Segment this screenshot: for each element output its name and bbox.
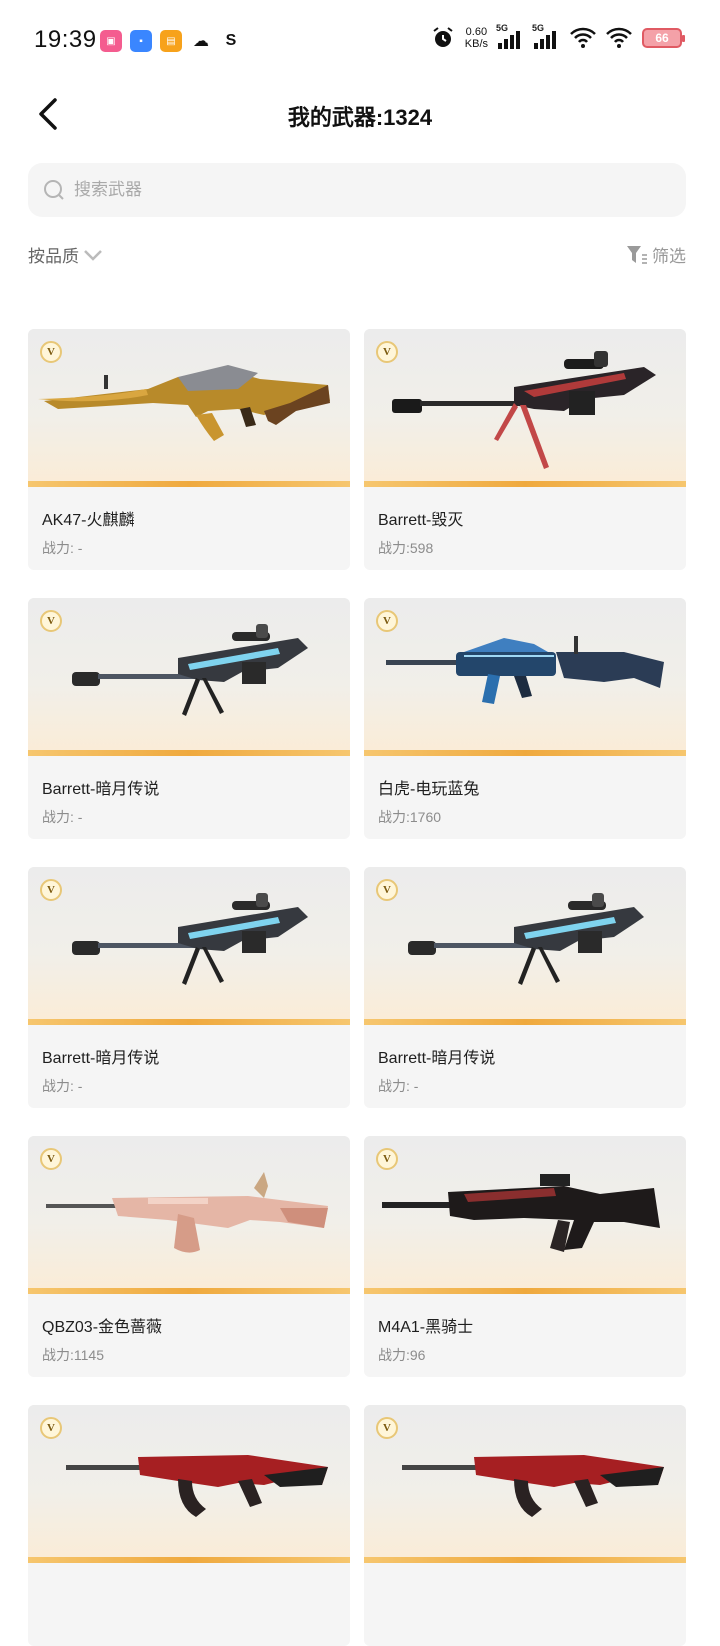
weapon-card[interactable]: V AK47-火麒麟 战力: - (28, 329, 350, 570)
bilibili-app-icon: ▣ (100, 30, 122, 52)
weapon-card[interactable]: V (364, 1405, 686, 1646)
weapon-name: M4A1-黑骑士 (378, 1319, 474, 1336)
vip-badge-icon: V (376, 879, 398, 901)
reader-app-icon: ▤ (160, 30, 182, 52)
weapon-card[interactable]: V 白虎-电玩蓝兔 战力:1760 (364, 598, 686, 839)
search-icon (44, 180, 64, 200)
weapon-gun-icon (382, 1174, 660, 1252)
s-app-icon: S (220, 30, 242, 52)
weapon-card[interactable]: V Barrett-暗月传说 战力: - (28, 598, 350, 839)
battery-icon: 66 (642, 28, 685, 48)
sort-label: 按品质 (28, 247, 79, 266)
weapon-image: V (28, 867, 350, 1025)
weapon-name: Barrett-暗月传说 (42, 781, 160, 798)
vip-badge-icon: V (376, 1148, 398, 1170)
vip-badge-icon: V (40, 1148, 62, 1170)
sim1-label: 5G (496, 23, 509, 33)
weapon-card[interactable]: V Barrett-毁灭 战力:598 (364, 329, 686, 570)
weapon-power: 战力: - (42, 1078, 83, 1094)
weapon-gun-icon (72, 893, 308, 985)
weapon-power: 战力: - (42, 540, 83, 556)
weapon-gun-icon (392, 351, 656, 469)
weapon-image: V (28, 598, 350, 756)
weapon-image: V (28, 329, 350, 487)
wechat-app-icon: ☁ (190, 30, 212, 52)
vip-badge-icon: V (40, 879, 62, 901)
net-speed-unit: KB/s (464, 38, 488, 50)
page-header: 我的武器:1324 (0, 80, 720, 150)
filter-label: 筛选 (652, 247, 686, 266)
weapon-image: V (364, 1405, 686, 1563)
sort-by-quality-dropdown[interactable]: 按品质 (28, 242, 103, 267)
signal-icon-2: 5G (532, 23, 560, 49)
weapon-power: 战力:1145 (42, 1347, 104, 1363)
weapon-image: V (364, 329, 686, 487)
signal-icon: 5G (496, 23, 524, 49)
search-input[interactable] (72, 179, 636, 201)
wifi-icon (606, 27, 632, 48)
net-speed: 0.60 KB/s (465, 26, 488, 50)
weapon-gun-icon (46, 1172, 328, 1253)
filter-icon (627, 245, 647, 264)
sort-filter-row: 按品质 筛选 (28, 242, 686, 272)
filter-button[interactable]: 筛选 (626, 242, 686, 267)
sim2-label: 5G (532, 23, 545, 33)
weapon-power: 战力: - (378, 1078, 419, 1094)
weapon-card[interactable]: V (28, 1405, 350, 1646)
wifi-hotspot-icon (570, 27, 596, 48)
weapon-name: 白虎-电玩蓝兔 (378, 781, 480, 798)
weapon-image: V (364, 598, 686, 756)
weapon-power: 战力:1760 (378, 809, 442, 825)
alarm-icon (433, 27, 453, 47)
weapon-power: 战力:96 (378, 1347, 426, 1363)
weapon-name: Barrett-暗月传说 (378, 1050, 496, 1067)
weapon-image: V (28, 1405, 350, 1563)
weapon-grid: V AK47-火麒麟 战力: - V Barrett-毁灭 战力:598 V Barret… (28, 329, 686, 1646)
weapon-card[interactable]: V Barrett-暗月传说 战力: - (28, 867, 350, 1108)
net-speed-value: 0.60 (465, 26, 488, 38)
search-bar[interactable] (28, 163, 686, 217)
chevron-down-icon (84, 249, 102, 261)
status-time: 19:39 (34, 26, 97, 53)
weapon-image: V (364, 1136, 686, 1294)
weapon-card[interactable]: V Barrett-暗月传说 战力: - (364, 867, 686, 1108)
notification-icons: ▣ ▪ ▤ ☁ S (100, 30, 242, 52)
vip-badge-icon: V (40, 610, 62, 632)
weapon-name: AK47-火麒麟 (42, 512, 135, 529)
weapon-card[interactable]: V M4A1-黑骑士 战力:96 (364, 1136, 686, 1377)
weapon-power: 战力:598 (378, 540, 434, 556)
weapon-image: V (364, 867, 686, 1025)
weapon-gun-icon (66, 1455, 328, 1517)
vip-badge-icon: V (376, 1417, 398, 1439)
weapon-gun-icon (72, 624, 308, 716)
vip-badge-icon: V (376, 341, 398, 363)
vip-badge-icon: V (40, 1417, 62, 1439)
page-title: 我的武器:1324 (287, 105, 433, 130)
weapon-gun-icon (386, 636, 664, 704)
weapon-gun-icon (408, 893, 644, 985)
weapon-name: QBZ03-金色蔷薇 (42, 1319, 163, 1336)
weapon-name: Barrett-毁灭 (378, 512, 464, 529)
weapon-image: V (28, 1136, 350, 1294)
weapon-name: Barrett-暗月传说 (42, 1050, 160, 1067)
message-app-icon: ▪ (130, 30, 152, 52)
weapon-gun-icon (402, 1455, 664, 1517)
status-bar: 19:39 ▣ ▪ ▤ ☁ S 0.60 KB/s 5G 5G 66 (0, 0, 720, 80)
weapon-power: 战力: - (42, 809, 83, 825)
weapon-card[interactable]: V QBZ03-金色蔷薇 战力:1145 (28, 1136, 350, 1377)
vip-badge-icon: V (40, 341, 62, 363)
vip-badge-icon: V (376, 610, 398, 632)
battery-level: 66 (655, 31, 669, 45)
weapon-gun-icon (38, 365, 330, 441)
